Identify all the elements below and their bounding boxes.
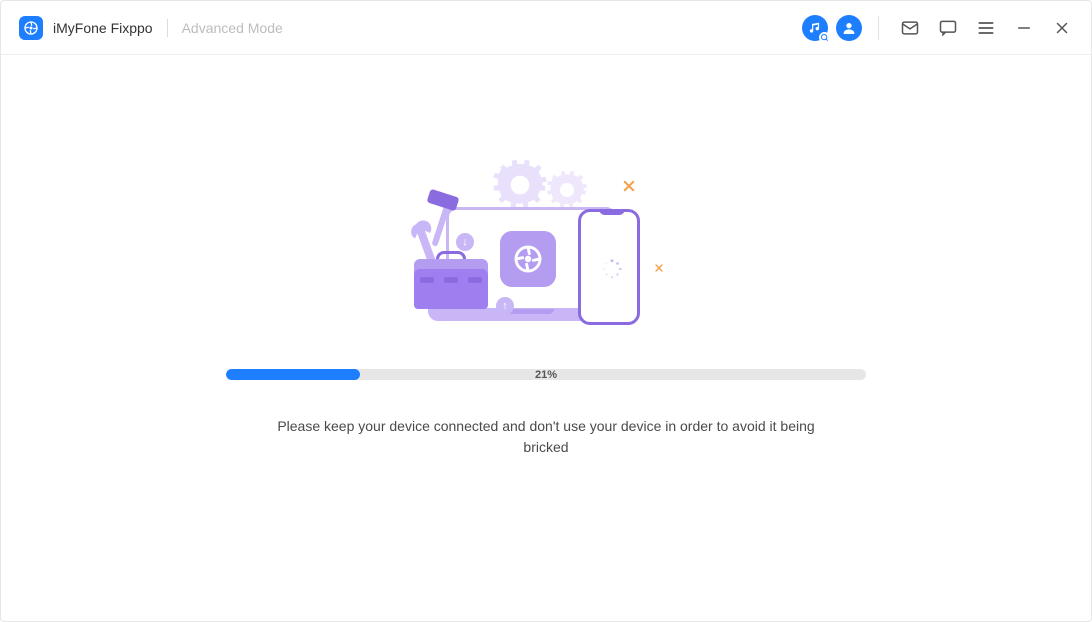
laptop-notch [506,309,554,314]
instruction-text: Please keep your device connected and do… [266,416,826,458]
titlebar-actions [802,13,1077,43]
title-divider [167,19,168,37]
minimize-button[interactable] [1009,13,1039,43]
app-title: iMyFone Fixppo [53,20,153,36]
feedback-button[interactable] [933,13,963,43]
sparkle-icon [622,179,636,193]
mail-button[interactable] [895,13,925,43]
main-content: ↓ ↑ [1,55,1091,621]
app-tile-icon [500,231,556,287]
menu-button[interactable] [971,13,1001,43]
titlebar: iMyFone Fixppo Advanced Mode [1,1,1091,55]
app-logo-icon [19,16,43,40]
download-bubble-icon: ↓ [456,233,474,251]
phone-illustration [578,209,640,325]
toolbox-icon [414,269,488,309]
close-button[interactable] [1047,13,1077,43]
mode-label: Advanced Mode [182,20,283,36]
progress-bar: 21% [226,369,866,380]
gear-icon [492,157,548,213]
progress-percent-label: 21% [535,369,557,381]
gear-icon [546,169,588,211]
repair-illustration: ↓ ↑ [396,143,696,343]
account-button[interactable] [836,15,862,41]
progress-fill [226,369,360,380]
app-window: iMyFone Fixppo Advanced Mode [0,0,1092,622]
sparkle-icon [654,263,664,273]
music-promo-button[interactable] [802,15,828,41]
spinner-icon [601,258,623,280]
upload-bubble-icon: ↑ [496,297,514,315]
titlebar-divider [878,16,879,40]
